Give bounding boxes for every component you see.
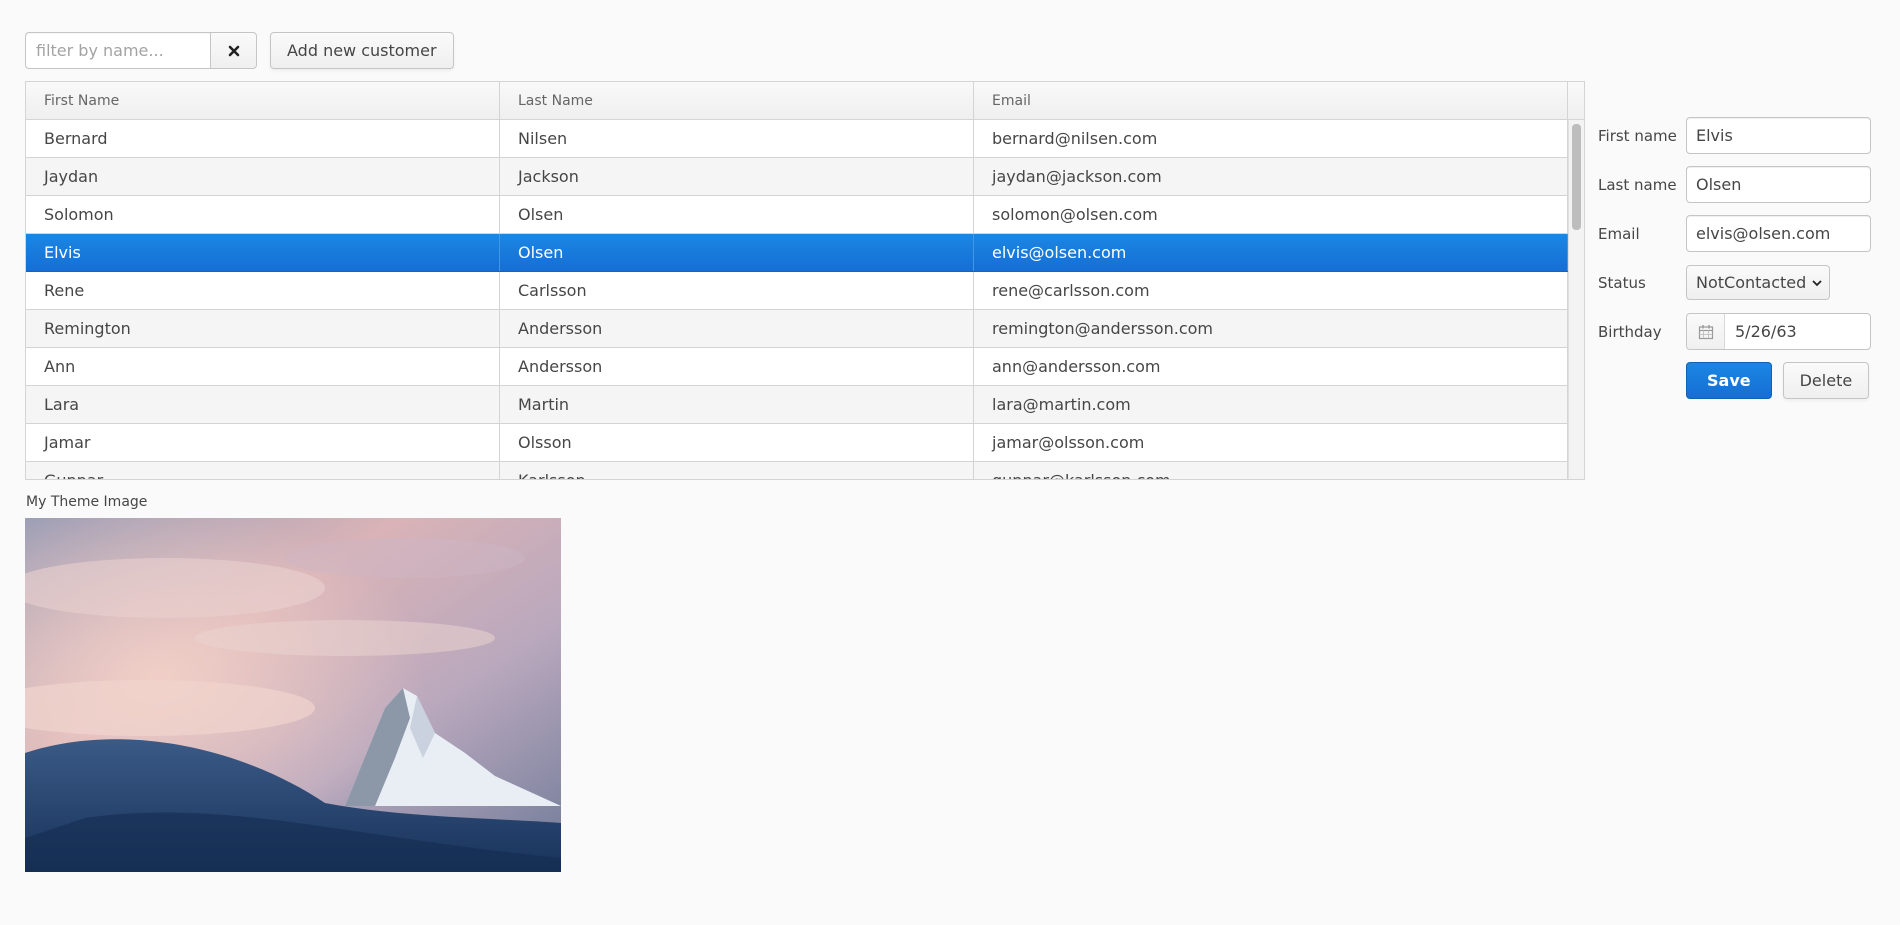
scrollbar-thumb[interactable] bbox=[1572, 124, 1581, 230]
cell-email: remington@andersson.com bbox=[974, 310, 1568, 347]
grid-scrollbar[interactable] bbox=[1568, 120, 1584, 479]
table-row[interactable]: Solomon Olsen solomon@olsen.com bbox=[26, 196, 1584, 234]
cell-first-name: Remington bbox=[26, 310, 500, 347]
column-header-email[interactable]: Email bbox=[974, 82, 1568, 119]
cell-last-name: Karlsson bbox=[500, 462, 974, 479]
cell-first-name: Jaydan bbox=[26, 158, 500, 195]
cell-email: jamar@olsson.com bbox=[974, 424, 1568, 461]
email-field[interactable]: elvis@olsen.com bbox=[1686, 215, 1871, 252]
table-row[interactable]: Jamar Olsson jamar@olsson.com bbox=[26, 424, 1584, 462]
customer-grid: First Name Last Name Email Bernard Nilsen… bbox=[25, 81, 1585, 480]
cell-email: gunnar@karlsson.com bbox=[974, 462, 1568, 479]
cell-last-name: Martin bbox=[500, 386, 974, 423]
column-header-first-name[interactable]: First Name bbox=[26, 82, 500, 119]
toolbar: Add new customer bbox=[25, 32, 454, 69]
cell-last-name: Jackson bbox=[500, 158, 974, 195]
cell-first-name: Bernard bbox=[26, 120, 500, 157]
cell-email: lara@martin.com bbox=[974, 386, 1568, 423]
cell-first-name: Ann bbox=[26, 348, 500, 385]
cell-email: jaydan@jackson.com bbox=[974, 158, 1568, 195]
filter-input[interactable] bbox=[25, 32, 210, 69]
status-select[interactable]: NotContacted bbox=[1686, 265, 1831, 300]
status-label: Status bbox=[1598, 273, 1646, 292]
table-row[interactable]: Remington Andersson remington@andersson.co… bbox=[26, 310, 1584, 348]
cell-first-name: Jamar bbox=[26, 424, 500, 461]
mountain-landscape-image bbox=[25, 518, 561, 872]
cell-email: bernard@nilsen.com bbox=[974, 120, 1568, 157]
cell-email: rene@carlsson.com bbox=[974, 272, 1568, 309]
clear-filter-button[interactable] bbox=[210, 32, 257, 69]
grid-body: Bernard Nilsen bernard@nilsen.com Jaydan Jac… bbox=[26, 120, 1584, 479]
chevron-down-icon bbox=[1812, 279, 1822, 286]
birthday-value: 5/26/63 bbox=[1735, 322, 1797, 341]
birthday-label: Birthday bbox=[1598, 322, 1662, 341]
theme-image bbox=[25, 518, 561, 872]
last-name-field[interactable]: Olsen bbox=[1686, 166, 1871, 203]
cell-first-name: Lara bbox=[26, 386, 500, 423]
cell-email: solomon@olsen.com bbox=[974, 196, 1568, 233]
table-row[interactable]: Elvis Olsen elvis@olsen.com bbox=[26, 234, 1584, 272]
table-row[interactable]: Jaydan Jackson jaydan@jackson.com bbox=[26, 158, 1584, 196]
email-label: Email bbox=[1598, 224, 1640, 243]
first-name-field[interactable]: Elvis bbox=[1686, 117, 1871, 154]
cell-last-name: Andersson bbox=[500, 310, 974, 347]
column-header-last-name[interactable]: Last Name bbox=[500, 82, 974, 119]
close-icon bbox=[228, 45, 239, 56]
table-row[interactable]: Lara Martin lara@martin.com bbox=[26, 386, 1584, 424]
cell-email: elvis@olsen.com bbox=[974, 234, 1568, 271]
date-picker-button[interactable] bbox=[1687, 314, 1725, 349]
birthday-field[interactable]: 5/26/63 bbox=[1686, 313, 1871, 350]
cell-first-name: Solomon bbox=[26, 196, 500, 233]
theme-image-label: My Theme Image bbox=[26, 494, 148, 510]
cell-last-name: Carlsson bbox=[500, 272, 974, 309]
grid-header-corner bbox=[1568, 82, 1584, 119]
first-name-label: First name bbox=[1598, 126, 1677, 145]
delete-button[interactable]: Delete bbox=[1782, 362, 1870, 399]
cell-first-name: Rene bbox=[26, 272, 500, 309]
cell-last-name: Olsen bbox=[500, 234, 974, 271]
grid-header: First Name Last Name Email bbox=[26, 82, 1584, 120]
cell-last-name: Andersson bbox=[500, 348, 974, 385]
cell-email: ann@andersson.com bbox=[974, 348, 1568, 385]
cell-first-name: Elvis bbox=[26, 234, 500, 271]
cell-first-name: Gunnar bbox=[26, 462, 500, 479]
table-row[interactable]: Ann Andersson ann@andersson.com bbox=[26, 348, 1584, 386]
table-row[interactable]: GunnarKarlssongunnar@karlsson.com bbox=[26, 462, 1584, 479]
table-row[interactable]: Bernard Nilsen bernard@nilsen.com bbox=[26, 120, 1584, 158]
cell-last-name: Nilsen bbox=[500, 120, 974, 157]
save-button[interactable]: Save bbox=[1686, 362, 1772, 399]
status-select-value: NotContacted bbox=[1696, 273, 1807, 292]
customer-form: First name Elvis Last name Olsen Email e… bbox=[1598, 117, 1888, 399]
cell-last-name: Olsson bbox=[500, 424, 974, 461]
cell-last-name: Olsen bbox=[500, 196, 974, 233]
last-name-label: Last name bbox=[1598, 175, 1677, 194]
table-row[interactable]: Rene Carlsson rene@carlsson.com bbox=[26, 272, 1584, 310]
calendar-icon bbox=[1698, 324, 1713, 339]
add-customer-button[interactable]: Add new customer bbox=[270, 32, 454, 69]
